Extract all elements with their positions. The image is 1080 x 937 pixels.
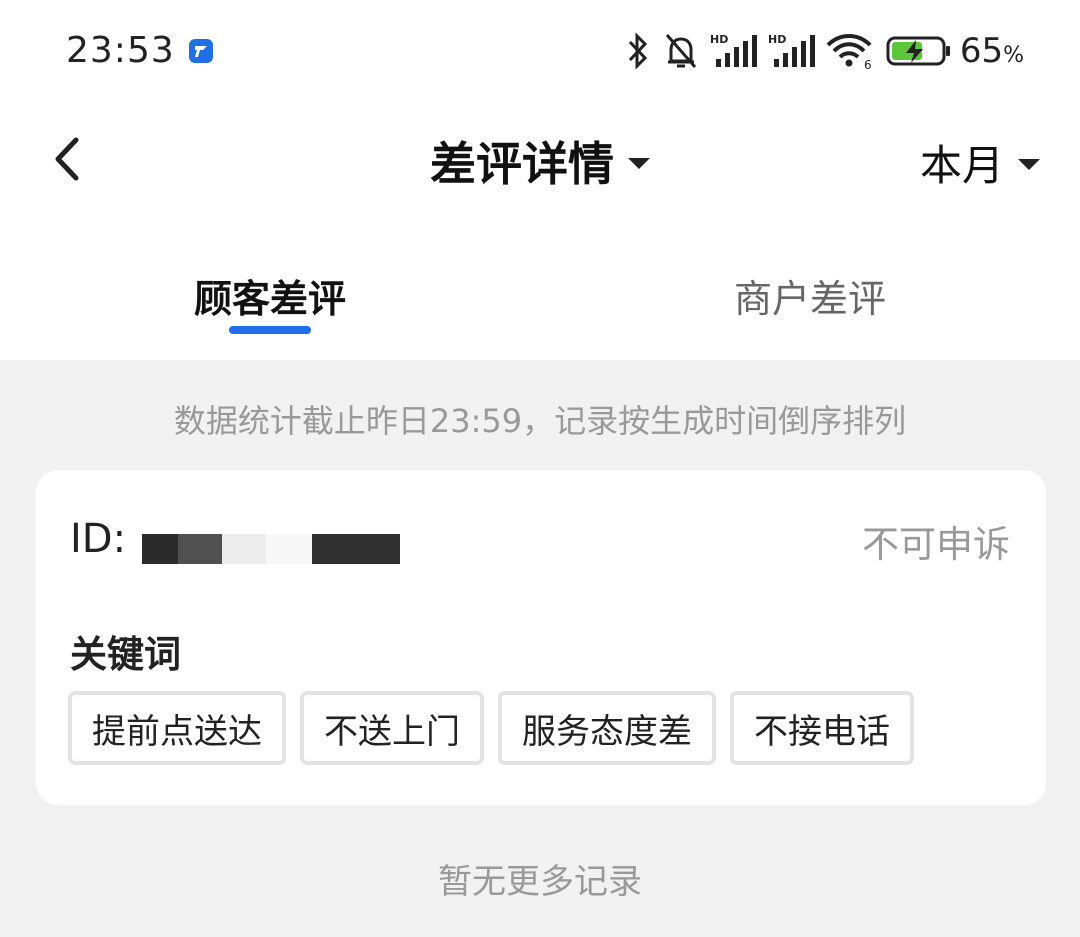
keyword-tag: 提前点送达 xyxy=(68,691,286,765)
tab-label: 商户差评 xyxy=(733,277,886,321)
back-icon[interactable] xyxy=(48,132,88,186)
appeal-status: 不可申诉 xyxy=(862,523,1010,566)
caret-down-icon xyxy=(1018,159,1040,170)
keyword-tag: 服务态度差 xyxy=(498,691,716,765)
hd-signal-icon: HD xyxy=(710,33,757,67)
wifi-6-icon: 6 xyxy=(826,34,872,71)
data-notice: 数据统计截止昨日23:59，记录按生成时间倒序排列 xyxy=(173,402,907,440)
redacted-id xyxy=(142,534,400,564)
period-label: 本月 xyxy=(919,141,1004,190)
svg-text:HD: HD xyxy=(710,33,728,46)
svg-text:HD: HD xyxy=(768,33,786,46)
tab-merchant-reviews[interactable]: 商户差评 xyxy=(540,268,1080,323)
app-notification-icon xyxy=(189,39,213,63)
page-title: 差评详情 xyxy=(430,137,614,191)
keyword-tag: 不送上门 xyxy=(300,691,484,765)
svg-text:6: 6 xyxy=(864,58,872,71)
battery-percent: 65 xyxy=(959,31,1004,71)
no-more-records: 暂无更多记录 xyxy=(438,862,642,902)
period-dropdown[interactable]: 本月 xyxy=(920,132,1040,193)
active-tab-indicator xyxy=(229,326,311,334)
keyword-tag: 不接电话 xyxy=(730,691,914,765)
keyword-tags: 提前点送达 不送上门 服务态度差 不接电话 xyxy=(68,691,928,765)
review-id-label: ID: xyxy=(70,516,127,562)
tab-label: 顾客差评 xyxy=(193,277,346,321)
hd-signal-icon: HD xyxy=(768,33,815,67)
battery-unit: % xyxy=(1003,43,1024,68)
status-time: 23:53 xyxy=(66,30,175,71)
caret-down-icon xyxy=(628,157,650,169)
battery-charging-icon xyxy=(886,36,950,66)
mute-bell-icon xyxy=(665,34,696,68)
tab-customer-reviews[interactable]: 顾客差评 xyxy=(0,268,540,323)
review-card: ID: 不可申诉 关键词 提前点送达 不送上门 服务态度差 不接电话 xyxy=(36,470,1046,805)
title-dropdown[interactable]: 差评详情 xyxy=(430,128,650,194)
bluetooth-icon xyxy=(628,32,647,70)
keywords-label: 关键词 xyxy=(70,633,181,676)
status-bar: 23:53 HD HD 6 65% xyxy=(0,0,1080,104)
